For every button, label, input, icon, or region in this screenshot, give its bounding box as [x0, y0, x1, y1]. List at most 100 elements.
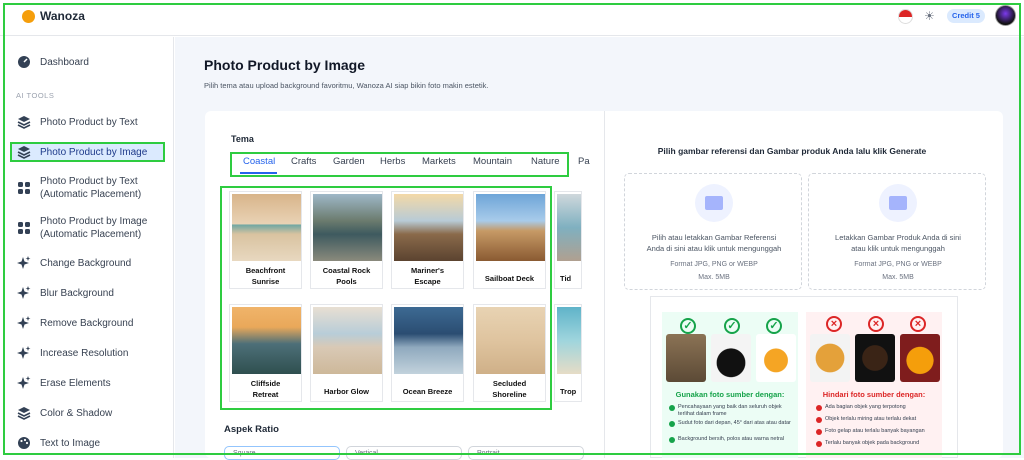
tab-pa[interactable]: Pa	[578, 156, 590, 167]
layers-icon	[17, 406, 31, 420]
upload-image-icon	[879, 184, 917, 222]
good-head: Gunakan foto sumber dengan:	[675, 390, 785, 399]
theme-caption: Harbor Glow	[323, 387, 369, 396]
bad-guideline: Terlalu banyak objek pada background	[816, 440, 940, 447]
sidebar-item-label: Color & Shadow	[40, 407, 113, 419]
theme-toggle-sun-icon[interactable]: ☀	[924, 9, 935, 23]
bad-guideline: Objek terlalu miring atau terlalu dekat	[816, 416, 940, 423]
sidebar-item-3[interactable]: Photo Product by Image (Automatic Placeme…	[17, 215, 147, 241]
tab-mountain[interactable]: Mountain	[473, 156, 512, 167]
theme-caption: Secluded Shoreline	[492, 379, 527, 399]
tab-crafts[interactable]: Crafts	[291, 156, 316, 167]
theme-tile[interactable]: Trop	[554, 304, 582, 402]
cross-icon: ×	[868, 316, 884, 332]
brand[interactable]: Wanoza	[22, 9, 85, 23]
sidebar-item-label: Photo Product by Image	[40, 146, 148, 158]
reference-image-dropzone[interactable]: Pilih atau letakkan Gambar Referensi Anda…	[624, 173, 802, 290]
tema-label: Tema	[231, 134, 254, 144]
bad-example-image	[900, 334, 940, 382]
sidebar-item-2[interactable]: Photo Product by Text (Automatic Placemen…	[17, 175, 141, 201]
tab-coastal[interactable]: Coastal	[243, 156, 275, 167]
sparkle-icon	[17, 316, 31, 330]
sparkle-icon	[17, 256, 31, 270]
sidebar-item-0[interactable]: Photo Product by Text	[17, 115, 138, 129]
sparkle-icon	[17, 376, 31, 390]
bad-guideline: Foto gelap atau terlalu banyak bayangan	[816, 428, 940, 435]
good-example-image	[666, 334, 706, 382]
check-icon: ✓	[724, 318, 740, 334]
layers-icon	[17, 115, 31, 129]
check-icon: ✓	[766, 318, 782, 334]
theme-caption: Cliffside Retreat	[250, 379, 281, 399]
sidebar-section-label: AI TOOLS	[16, 91, 55, 100]
sidebar-item-9[interactable]: Color & Shadow	[17, 406, 112, 420]
sidebar	[0, 37, 174, 458]
product-image-dropzone[interactable]: Letakkan Gambar Produk Anda di sini atau …	[808, 173, 986, 290]
sidebar-item-1[interactable]: Photo Product by Image	[17, 145, 147, 159]
sidebar-item-8[interactable]: Erase Elements	[17, 376, 111, 390]
check-icon: ✓	[680, 318, 696, 334]
theme-caption: Trop	[560, 387, 577, 396]
good-guideline: Background bersih, polos atau warna netr…	[669, 436, 793, 443]
theme-tile[interactable]: Harbor Glow	[310, 304, 383, 402]
palette-icon	[17, 436, 31, 450]
sidebar-item-4[interactable]: Change Background	[17, 256, 131, 270]
language-flag-icon[interactable]	[898, 9, 913, 24]
page-subtitle: Pilih tema atau upload background favori…	[204, 81, 489, 90]
cross-icon	[816, 405, 822, 411]
sidebar-item-7[interactable]: Increase Resolution	[17, 346, 128, 360]
theme-caption: Sailboat Deck	[484, 274, 535, 283]
theme-tile[interactable]: Secluded Shoreline	[473, 304, 546, 402]
logo-icon	[22, 9, 35, 23]
bad-guideline: Ada bagian objek yang terpotong	[816, 404, 940, 411]
theme-caption: Beachfront Sunrise	[245, 266, 286, 286]
theme-caption: Tid	[560, 274, 572, 283]
theme-thumbnail	[232, 307, 301, 374]
theme-thumbnail	[232, 194, 301, 261]
sparkle-icon	[17, 286, 31, 300]
sidebar-item-dashboard[interactable]: Dashboard	[17, 55, 89, 69]
tab-markets[interactable]: Markets	[422, 156, 456, 167]
sidebar-item-5[interactable]: Blur Background	[17, 286, 114, 300]
cross-icon	[816, 417, 822, 423]
brand-name: Wanoza	[40, 9, 85, 23]
theme-tile[interactable]: Tid	[554, 191, 582, 289]
theme-tile[interactable]: Coastal Rock Pools	[310, 191, 383, 289]
bad-example-image	[810, 334, 850, 382]
theme-tile[interactable]: Sailboat Deck	[473, 191, 546, 289]
sidebar-item-10[interactable]: Text to Image	[17, 436, 100, 450]
tab-nature[interactable]: Nature	[531, 156, 560, 167]
card-divider	[604, 111, 605, 458]
theme-thumbnail	[313, 307, 382, 374]
theme-tile[interactable]: Ocean Breeze	[391, 304, 464, 402]
theme-caption: Mariner's Escape	[410, 266, 445, 286]
theme-tile[interactable]: Beachfront Sunrise	[229, 191, 302, 289]
cross-icon: ×	[826, 316, 842, 332]
sidebar-item-6[interactable]: Remove Background	[17, 316, 133, 330]
theme-thumbnail	[394, 194, 463, 261]
sidebar-item-label: Increase Resolution	[40, 347, 129, 359]
grid-icon	[17, 181, 31, 195]
upload-image-icon	[695, 184, 733, 222]
layers-icon	[17, 145, 31, 159]
theme-thumbnail	[313, 194, 382, 261]
upload-instructions: Pilih gambar referensi dan Gambar produk…	[657, 146, 927, 156]
avatar[interactable]	[995, 5, 1016, 26]
credit-badge[interactable]: Credit 5	[947, 9, 985, 23]
tab-underline	[240, 172, 277, 174]
sidebar-item-label: Blur Background	[40, 287, 114, 299]
good-guideline: Pencahayaan yang baik dan seluruh objek …	[669, 404, 793, 418]
theme-thumbnail	[557, 307, 581, 374]
tab-herbs[interactable]: Herbs	[380, 156, 405, 167]
sidebar-item-label: Photo Product by Text	[40, 116, 138, 128]
bad-head: Hindari foto sumber dengan:	[822, 390, 926, 399]
theme-thumbnail	[557, 194, 581, 261]
theme-caption: Coastal Rock Pools	[322, 266, 371, 286]
sidebar-item-label: Text to Image	[40, 437, 101, 449]
good-example-image	[711, 334, 751, 382]
theme-tile[interactable]: Cliffside Retreat	[229, 304, 302, 402]
top-bar: Wanoza ☀ Credit 5	[0, 0, 1024, 36]
aspect-ratio-label: Aspek Ratio	[224, 424, 279, 435]
tab-garden[interactable]: Garden	[333, 156, 365, 167]
theme-tile[interactable]: Mariner's Escape	[391, 191, 464, 289]
